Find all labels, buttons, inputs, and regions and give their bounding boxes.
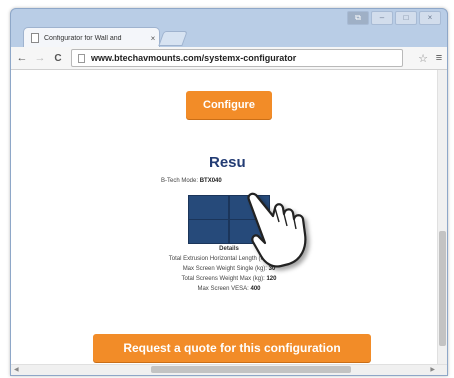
vertical-scrollbar[interactable] [437, 70, 447, 365]
scroll-left-icon[interactable]: ◀ [14, 366, 19, 373]
detail-line: Max Screen Weight Single (kg): 30 [11, 266, 447, 272]
url-page-icon [78, 53, 85, 63]
page-icon [31, 33, 39, 43]
maximize-button[interactable]: □ [395, 11, 417, 25]
forward-button[interactable]: → [33, 52, 47, 64]
detail-label: Max Screen VESA: [197, 286, 249, 292]
reload-icon[interactable]: C [51, 53, 65, 64]
screen-tile [229, 219, 270, 244]
screen-tile [188, 219, 229, 244]
window-controls: ⧉ – □ × [347, 11, 441, 25]
detail-label: Max Screen Weight Single (kg): [182, 266, 267, 272]
close-window-button[interactable]: × [419, 11, 441, 25]
horizontal-scroll-thumb[interactable] [151, 366, 351, 373]
menu-icon[interactable]: ≡ [431, 52, 447, 64]
scroll-right-icon[interactable]: ▶ [430, 366, 435, 373]
detail-line: Total Extrusion Horizontal Length (mm): … [11, 256, 447, 262]
new-tab-button[interactable] [158, 31, 188, 46]
vertical-scroll-thumb[interactable] [439, 231, 446, 346]
back-button[interactable]: ← [15, 52, 29, 64]
url-text[interactable]: www.btechavmounts.com/systemx-configurat… [91, 53, 296, 63]
detail-line: Total Screens Weight Max (kg): 120 [11, 276, 447, 282]
request-quote-button[interactable]: Request a quote for this configuration [93, 334, 371, 362]
horizontal-scrollbar[interactable]: ◀ ▶ [11, 364, 447, 375]
detail-value: 30 [268, 266, 276, 272]
title-bar: Configurator for Wall and × ⧉ – □ × [11, 9, 447, 48]
detail-value: 120 [266, 276, 277, 282]
model-label: B-Tech Mode: [161, 178, 199, 184]
model-value: BTX040 [199, 178, 222, 184]
model-line: B-Tech Mode: BTX040 [161, 178, 222, 184]
results-title: Resu [209, 154, 246, 171]
detail-label: Total Extrusion Horizontal Length (mm): [168, 256, 275, 262]
configure-button[interactable]: Configure [186, 91, 272, 119]
minimize-button[interactable]: – [371, 11, 393, 25]
browser-window: Configurator for Wall and × ⧉ – □ × ← → … [10, 8, 448, 376]
detail-value: 1750 [275, 256, 290, 262]
tab-close-button[interactable]: × [147, 34, 159, 43]
screen-tile [229, 195, 270, 220]
detail-line: Max Screen VESA: 400 [11, 286, 447, 292]
page-viewport: Configure Resu B-Tech Mode: BTX040 Detai… [11, 70, 447, 375]
detail-value: 400 [250, 286, 261, 292]
browser-tab[interactable]: Configurator for Wall and × [23, 27, 160, 48]
screen-wall-preview [188, 195, 270, 244]
details-heading: Details [219, 246, 239, 252]
tab-title: Configurator for Wall and [44, 34, 122, 42]
browser-toolbar: ← → C www.btechavmounts.com/systemx-conf… [11, 47, 447, 70]
address-bar[interactable]: www.btechavmounts.com/systemx-configurat… [71, 49, 403, 67]
detail-label: Total Screens Weight Max (kg): [181, 276, 265, 282]
star-icon[interactable]: ☆ [415, 52, 431, 65]
screen-tile [188, 195, 229, 220]
restore-icon[interactable]: ⧉ [347, 11, 369, 25]
